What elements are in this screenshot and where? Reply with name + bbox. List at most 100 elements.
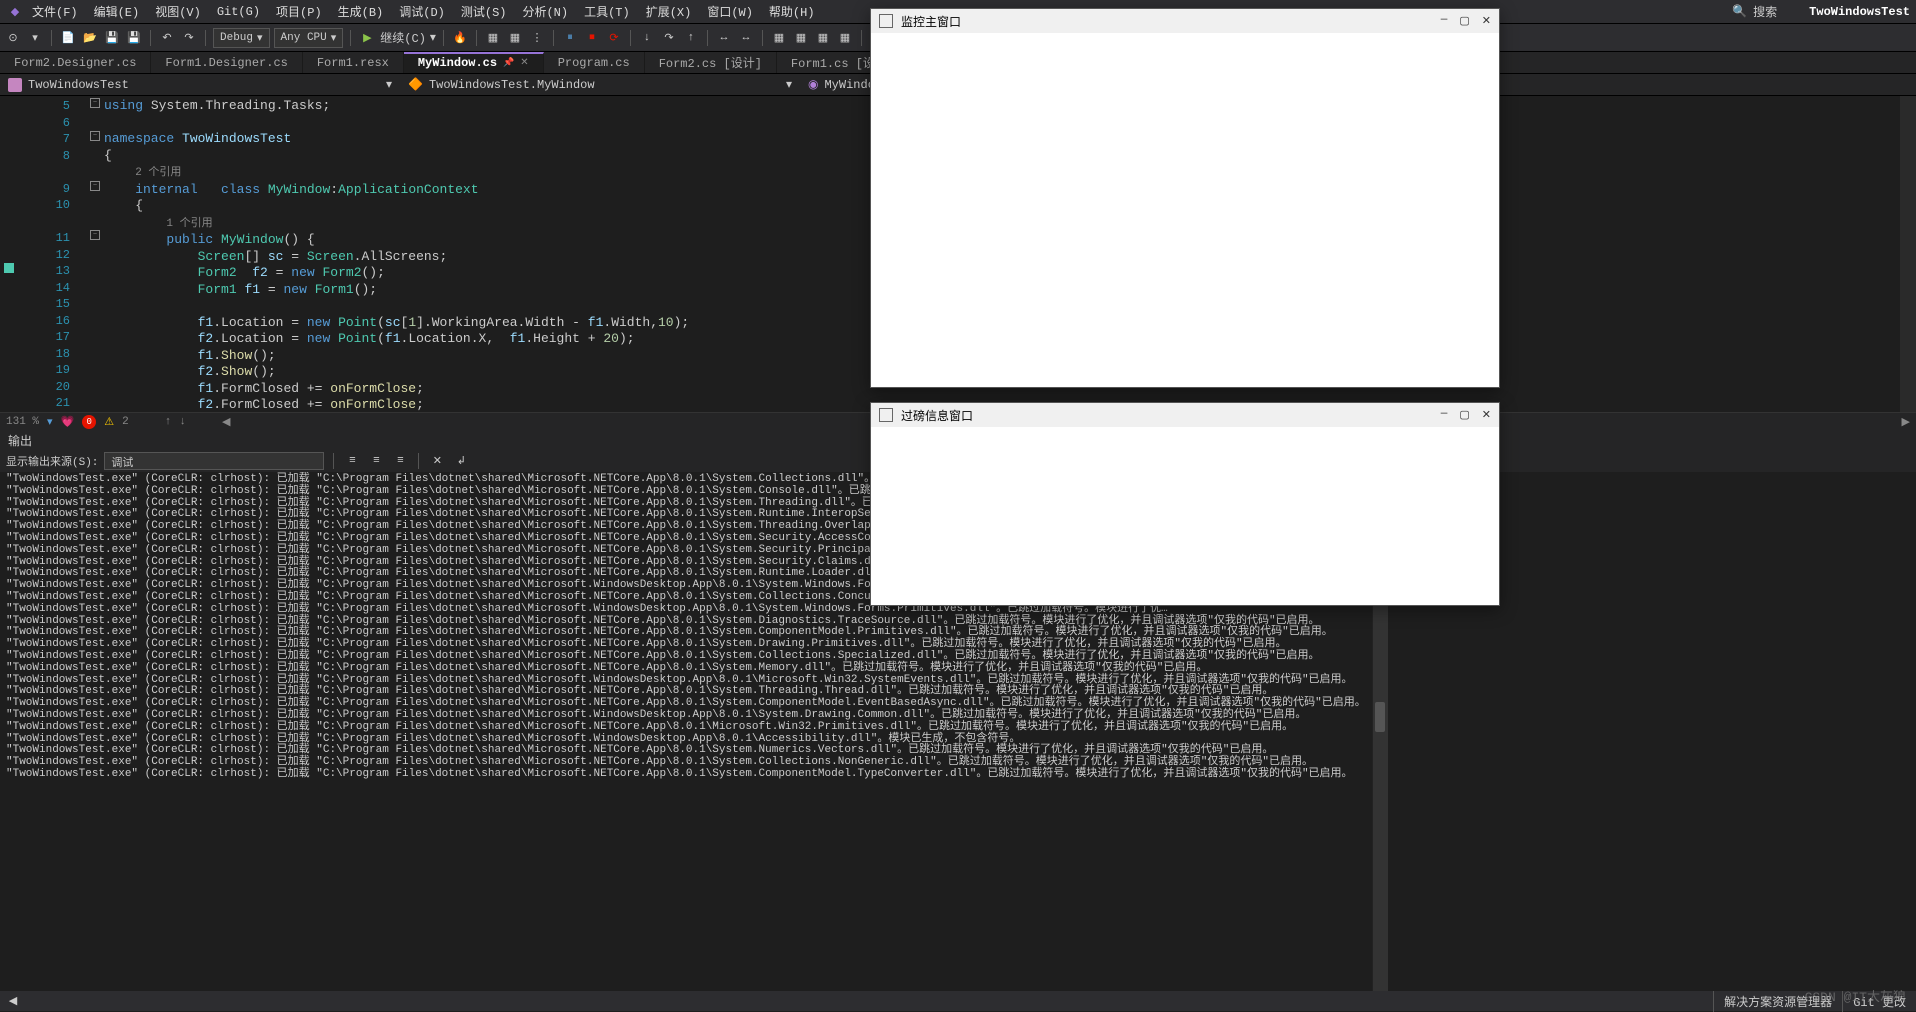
menu-edit[interactable]: 编辑(E) (86, 0, 148, 23)
forward-icon[interactable]: ▾ (26, 29, 44, 47)
tb-icon-1[interactable]: ▦ (484, 29, 502, 47)
app-icon (879, 408, 893, 422)
open-icon[interactable]: 📂 (81, 29, 99, 47)
tb-grid-2[interactable]: ▦ (792, 29, 810, 47)
tb-grid-1[interactable]: ▦ (770, 29, 788, 47)
output-btn-2[interactable]: ≡ (367, 452, 385, 470)
zoom-level[interactable]: 131 % (6, 416, 39, 428)
close-icon[interactable]: ✕ (1482, 408, 1491, 422)
nav-up-icon[interactable]: ↑ (165, 416, 172, 428)
tb-misc-1[interactable]: ↔ (715, 29, 733, 47)
menu-debug[interactable]: 调试(D) (391, 0, 453, 23)
window-body (871, 33, 1499, 387)
class-icon: 🔶 (408, 77, 423, 92)
warning-count: 2 (122, 416, 129, 428)
menu-help[interactable]: 帮助(H) (761, 0, 823, 23)
tb-grid-4[interactable]: ▦ (836, 29, 854, 47)
menu-view[interactable]: 视图(V) (147, 0, 209, 23)
menu-extensions[interactable]: 扩展(X) (638, 0, 700, 23)
hscroll-left-icon[interactable]: ◀ (222, 415, 230, 429)
vs-logo-icon: ◆ (6, 3, 24, 21)
platform-dropdown[interactable]: Any CPU ▾ (274, 28, 344, 48)
fold-icon[interactable]: − (90, 181, 100, 191)
solution-title: TwoWindowsTest (1809, 5, 1910, 19)
pause-icon[interactable]: ⏸ (561, 29, 579, 47)
tab-form2-designer[interactable]: Form2.Designer.cs (0, 52, 151, 73)
bottom-status-bar: ◀ 解决方案资源管理器 Git 更改 (0, 991, 1916, 1011)
wrap-icon[interactable]: ↲ (452, 452, 470, 470)
health-icon[interactable]: 💗 (61, 415, 75, 429)
tb-misc-2[interactable]: ↔ (737, 29, 755, 47)
minimize-icon[interactable]: — (1441, 14, 1448, 28)
continue-button[interactable]: ▶ (358, 29, 376, 47)
undo-icon[interactable]: ↶ (158, 29, 176, 47)
hscroll-right-icon[interactable]: ▶ (1902, 415, 1910, 429)
output-btn-3[interactable]: ≡ (391, 452, 409, 470)
window-titlebar[interactable]: 过磅信息窗口 — ▢ ✕ (871, 403, 1499, 427)
window-title: 过磅信息窗口 (901, 407, 973, 424)
tb-icon-2[interactable]: ▦ (506, 29, 524, 47)
maximize-icon[interactable]: ▢ (1459, 408, 1469, 422)
tb-grid-3[interactable]: ▦ (814, 29, 832, 47)
pin-icon[interactable]: 📌 (503, 58, 514, 68)
back-icon[interactable]: ⊙ (4, 29, 22, 47)
minimize-icon[interactable]: — (1441, 408, 1448, 422)
menu-analyze[interactable]: 分析(N) (514, 0, 576, 23)
monitor-main-window[interactable]: 监控主窗口 — ▢ ✕ (870, 8, 1500, 388)
search-icon[interactable]: 🔍 (1732, 4, 1747, 19)
menu-build[interactable]: 生成(B) (330, 0, 392, 23)
nav-down-icon[interactable]: ↓ (179, 416, 186, 428)
tb-icon-3[interactable]: ⋮ (528, 29, 546, 47)
tab-form2-design[interactable]: Form2.cs [设计] (645, 52, 777, 73)
tab-program[interactable]: Program.cs (544, 52, 645, 73)
fold-icon[interactable]: − (90, 230, 100, 240)
method-icon: ◉ (808, 77, 818, 92)
app-icon (879, 14, 893, 28)
watermark: CSDN @IT大灰狼 (1805, 986, 1906, 1005)
maximize-icon[interactable]: ▢ (1459, 14, 1469, 28)
error-count[interactable]: 0 (82, 415, 96, 429)
window-title: 监控主窗口 (901, 13, 961, 30)
redo-icon[interactable]: ↷ (180, 29, 198, 47)
glyph-indicator-icon (4, 263, 14, 273)
menu-file[interactable]: 文件(F) (24, 0, 86, 23)
tab-mywindow[interactable]: MyWindow.cs📌✕ (404, 52, 544, 73)
step-over-icon[interactable]: ↷ (660, 29, 678, 47)
weighing-info-window[interactable]: 过磅信息窗口 — ▢ ✕ (870, 402, 1500, 606)
scroll-left-icon[interactable]: ◀ (4, 992, 22, 1010)
hot-reload-icon[interactable]: 🔥 (451, 29, 469, 47)
step-out-icon[interactable]: ↑ (682, 29, 700, 47)
continue-label[interactable]: 继续(C) (380, 29, 426, 46)
nav-class[interactable]: 🔶TwoWindowsTest.MyWindow▾ (400, 75, 800, 94)
tab-form1-resx[interactable]: Form1.resx (303, 52, 404, 73)
window-body (871, 427, 1499, 605)
menu-window[interactable]: 窗口(W) (699, 0, 761, 23)
csharp-icon (8, 78, 22, 92)
close-icon[interactable]: ✕ (1482, 14, 1491, 28)
output-btn-1[interactable]: ≡ (343, 452, 361, 470)
new-icon[interactable]: 📄 (59, 29, 77, 47)
search-label[interactable]: 搜索 (1753, 3, 1777, 20)
menu-test[interactable]: 测试(S) (453, 0, 515, 23)
close-icon[interactable]: ✕ (520, 57, 528, 69)
vertical-scrollbar[interactable] (1900, 96, 1916, 412)
tab-form1-designer[interactable]: Form1.Designer.cs (151, 52, 302, 73)
stop-icon[interactable]: ⏹ (583, 29, 601, 47)
fold-icon[interactable]: − (90, 131, 100, 141)
output-source-label: 显示输出来源(S): (6, 453, 98, 469)
window-titlebar[interactable]: 监控主窗口 — ▢ ✕ (871, 9, 1499, 33)
output-source-dropdown[interactable]: 调试 (104, 452, 324, 470)
warning-icon[interactable]: ⚠ (104, 415, 114, 429)
clear-output-icon[interactable]: ✕ (428, 452, 446, 470)
menu-project[interactable]: 项目(P) (268, 0, 330, 23)
step-into-icon[interactable]: ↓ (638, 29, 656, 47)
save-icon[interactable]: 💾 (103, 29, 121, 47)
restart-icon[interactable]: ⟳ (605, 29, 623, 47)
config-dropdown[interactable]: Debug ▾ (213, 28, 270, 48)
fold-column[interactable]: − − − − (90, 96, 104, 412)
menu-git[interactable]: Git(G) (209, 2, 268, 22)
saveall-icon[interactable]: 💾 (125, 29, 143, 47)
nav-project[interactable]: TwoWindowsTest▾ (0, 75, 400, 94)
fold-icon[interactable]: − (90, 98, 100, 108)
menu-tools[interactable]: 工具(T) (576, 0, 638, 23)
